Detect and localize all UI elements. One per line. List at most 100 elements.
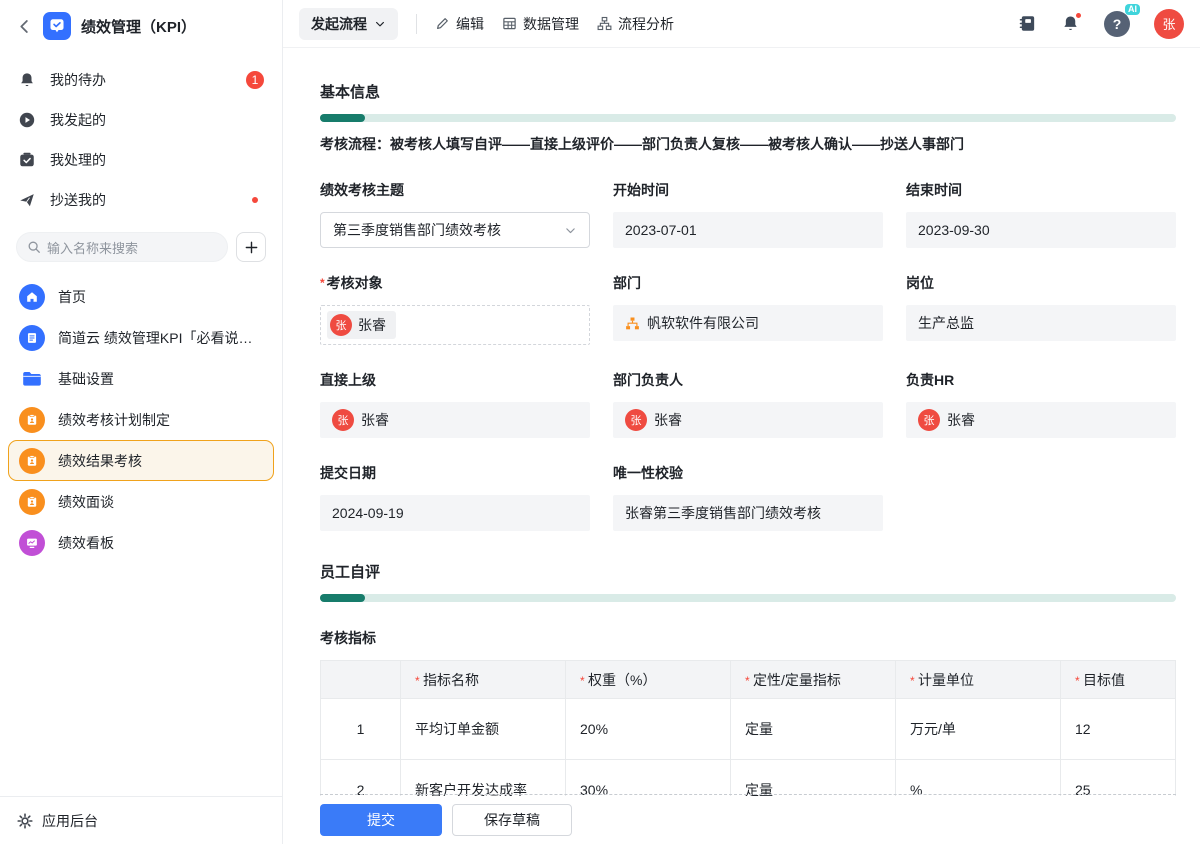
submit-date-text: 2024-09-19: [332, 505, 404, 521]
person-avatar: 张: [330, 314, 352, 336]
user-avatar[interactable]: 张: [1154, 8, 1184, 39]
add-form-button[interactable]: [236, 232, 266, 262]
start-date-text: 2023-07-01: [625, 222, 697, 238]
app-backend-link[interactable]: 应用后台: [0, 796, 282, 844]
monitor-chart-icon: [19, 529, 45, 556]
org-chart-icon: [625, 316, 640, 331]
flow-analysis-button[interactable]: 流程分析: [597, 14, 674, 34]
field-direct-leader: 直接上级 张 张睿: [320, 370, 590, 438]
field-department: 部门 帆软软件有限公司: [613, 273, 883, 345]
table-row[interactable]: 1 平均订单金额 20% 定量 万元/单 12: [320, 698, 1176, 760]
field-label: 绩效考核主题: [320, 182, 404, 198]
gear-icon: [17, 812, 33, 829]
header-label: 目标值: [1083, 671, 1126, 688]
required-star: [745, 672, 753, 688]
sidebar-item-readme[interactable]: 简道云 绩效管理KPI「必看说明」: [8, 317, 274, 358]
save-draft-button[interactable]: 保存草稿: [452, 804, 572, 836]
sidebar-item-interview[interactable]: 绩效面谈: [8, 481, 274, 522]
sidebar-item-home[interactable]: 首页: [8, 276, 274, 317]
app-logo-icon: [43, 12, 71, 40]
person-name: 张睿: [358, 317, 386, 333]
sidebar-item-dashboard[interactable]: 绩效看板: [8, 522, 274, 563]
kpi-indicator-table: 指标名称 权重（%） 定性/定量指标 计量单位 目标值 1 平均订单金额 20%…: [320, 660, 1176, 796]
task-done-icon: [18, 151, 36, 169]
form-footer: 提交 保存草稿: [283, 796, 1200, 844]
search-input[interactable]: 输入名称来搜索: [16, 232, 228, 262]
nav-item-label: 绩效考核计划制定: [58, 411, 170, 428]
cell-unit: 万元/单: [895, 698, 1061, 760]
menu-item-my-handled[interactable]: 我处理的: [0, 140, 282, 180]
notification-bell-icon[interactable]: [1061, 12, 1082, 33]
table-grid-icon: [502, 16, 517, 31]
table-header-row: 指标名称 权重（%） 定性/定量指标 计量单位 目标值: [320, 660, 1176, 699]
table-row[interactable]: 2 新客户开发达成率 30% 定量 % 25: [320, 759, 1176, 796]
required-star: [910, 672, 918, 688]
app-title: 绩效管理（KPI）: [81, 18, 197, 36]
field-review-target: 考核对象 张 张睿: [320, 273, 590, 345]
help-icon[interactable]: ? AI: [1104, 3, 1140, 37]
cell-indicator-name: 平均订单金额: [400, 698, 566, 760]
kpi-table-title: 考核指标: [320, 630, 376, 646]
dept-head-value: 张 张睿: [613, 402, 883, 438]
clipboard-icon: [19, 406, 45, 433]
sidebar-item-basic-settings[interactable]: 基础设置: [8, 358, 274, 399]
app-backend-label: 应用后台: [42, 812, 98, 829]
field-label: 部门: [613, 275, 641, 291]
cc-unread-dot: [252, 197, 258, 203]
cell-type: 定量: [730, 759, 896, 796]
cell-unit: %: [895, 759, 1061, 796]
review-target-picker[interactable]: 张 张睿: [320, 305, 590, 345]
person-name: 张睿: [654, 412, 682, 428]
col-index: [320, 660, 401, 699]
edit-button[interactable]: 编辑: [435, 14, 484, 34]
field-label: 岗位: [906, 275, 934, 291]
topic-select[interactable]: 第三季度销售部门绩效考核: [320, 212, 590, 248]
data-management-button[interactable]: 数据管理: [502, 14, 579, 34]
post-value: 生产总监: [906, 305, 1176, 341]
nav-item-label: 基础设置: [58, 370, 114, 387]
col-type: 定性/定量指标: [730, 660, 896, 699]
sidebar: 绩效管理（KPI） 我的待办 1 我发起的 我处理的 抄送我的 输入名称来搜索 …: [0, 0, 283, 844]
sidebar-item-plan[interactable]: 绩效考核计划制定: [8, 399, 274, 440]
cell-weight: 20%: [565, 698, 731, 760]
section-progress-fill: [320, 594, 365, 602]
end-date-text: 2023-09-30: [918, 222, 990, 238]
nav-item-label: 绩效面谈: [58, 493, 114, 510]
person-avatar: 张: [332, 409, 354, 431]
menu-item-label: 我处理的: [50, 152, 106, 168]
header-label: 权重（%）: [588, 671, 657, 688]
address-book-icon[interactable]: [1018, 14, 1037, 33]
field-label: 唯一性校验: [613, 465, 683, 481]
avatar-text: 张: [337, 415, 349, 427]
nav-item-label: 首页: [58, 288, 86, 305]
cell-weight: 30%: [565, 759, 731, 796]
play-circle-icon: [18, 111, 36, 129]
search-icon: [27, 240, 41, 254]
post-text: 生产总监: [918, 315, 974, 331]
person-avatar: 张: [625, 409, 647, 431]
ai-badge: AI: [1125, 3, 1140, 16]
submit-button[interactable]: 提交: [320, 804, 442, 836]
menu-item-my-todo[interactable]: 我的待办 1: [0, 60, 282, 100]
sidebar-item-result-review[interactable]: 绩效结果考核: [8, 440, 274, 481]
back-icon[interactable]: [16, 18, 33, 35]
menu-item-my-started[interactable]: 我发起的: [0, 100, 282, 140]
row-index: 1: [320, 698, 401, 760]
hr-value: 张 张睿: [906, 402, 1176, 438]
start-flow-button[interactable]: 发起流程: [299, 7, 398, 40]
field-label: 负责HR: [906, 372, 955, 388]
col-target: 目标值: [1060, 660, 1176, 699]
uniqueness-value: 张睿第三季度销售部门绩效考核: [613, 495, 883, 531]
menu-item-label: 抄送我的: [50, 192, 106, 208]
field-label: 开始时间: [613, 182, 669, 198]
field-label: 结束时间: [906, 182, 962, 198]
topic-value: 第三季度销售部门绩效考核: [333, 222, 501, 238]
sidebar-search-row: 输入名称来搜索: [0, 222, 282, 274]
cell-indicator-name: 新客户开发达成率: [400, 759, 566, 796]
start-flow-label: 发起流程: [311, 15, 367, 32]
menu-item-cc-to-me[interactable]: 抄送我的: [0, 180, 282, 220]
person-tag: 张 张睿: [327, 311, 396, 339]
cell-target: 25: [1060, 759, 1176, 796]
field-hr: 负责HR 张 张睿: [906, 370, 1176, 438]
required-star: [580, 672, 588, 688]
